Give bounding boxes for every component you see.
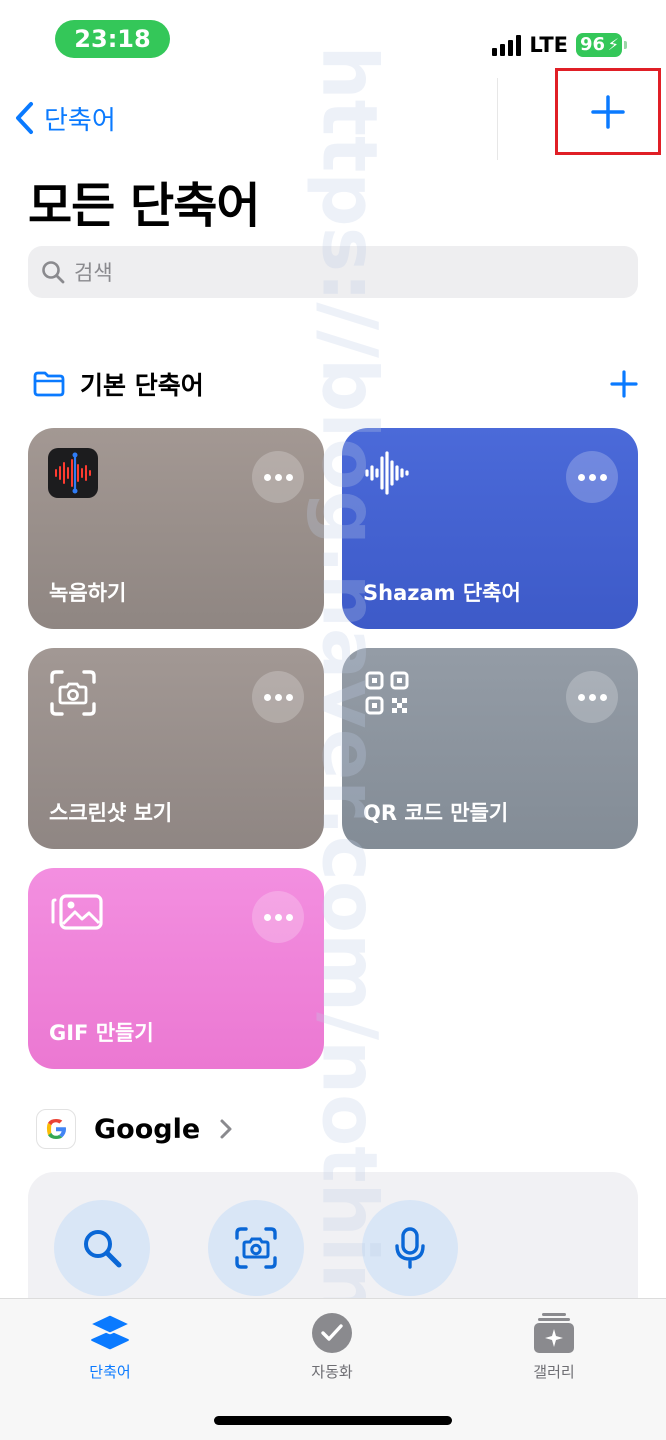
shortcut-label: 스크린샷 보기 [49, 801, 173, 825]
more-options-button[interactable] [566, 451, 618, 503]
qr-code-icon [365, 671, 409, 715]
tab-automation[interactable]: 자동화 [272, 1311, 392, 1382]
more-options-button[interactable] [566, 671, 618, 723]
shortcut-label: QR 코드 만들기 [363, 801, 509, 825]
battery-icon: 96 ⚡ [576, 33, 627, 57]
shortcut-tile-shazam[interactable]: Shazam 단축어 [342, 428, 638, 629]
back-label: 단축어 [44, 105, 116, 136]
microphone-icon [395, 1227, 425, 1269]
add-to-folder-button[interactable] [610, 370, 638, 398]
status-indicators: LTE 96 ⚡ [492, 30, 627, 60]
tab-shortcuts[interactable]: 단축어 [50, 1311, 170, 1382]
network-type: LTE [529, 33, 568, 57]
shortcut-tile-qr-code[interactable]: QR 코드 만들기 [342, 648, 638, 849]
section-title: 기본 단축어 [80, 371, 204, 400]
tab-label: 단축어 [89, 1363, 131, 1381]
screenshot-camera-icon [50, 670, 96, 716]
more-options-button[interactable] [252, 451, 304, 503]
plus-icon [610, 370, 638, 398]
search-icon [42, 261, 65, 284]
search-field[interactable]: 검색 [28, 246, 638, 298]
status-time: 23:18 [55, 20, 170, 58]
tab-label: 자동화 [311, 1363, 353, 1381]
app-section-header-google[interactable]: Google [36, 1108, 234, 1150]
shortcut-tile-voice-memo[interactable]: 녹음하기 [28, 428, 324, 629]
lens-camera-icon [235, 1227, 277, 1269]
folder-icon [33, 371, 65, 397]
chevron-left-icon [16, 102, 33, 134]
plus-icon [591, 94, 625, 129]
nav-divider [497, 78, 498, 160]
folder-section-header[interactable]: 기본 단축어 [32, 362, 638, 406]
gallery-sparkle-icon [534, 1313, 574, 1353]
more-options-button[interactable] [252, 891, 304, 943]
tab-gallery[interactable]: 갤러리 [494, 1311, 614, 1382]
shortcut-label: 녹음하기 [49, 581, 127, 605]
google-logo-icon [36, 1109, 76, 1149]
shortcut-tile-screenshot[interactable]: 스크린샷 보기 [28, 648, 324, 849]
add-shortcut-button[interactable] [555, 68, 661, 155]
more-options-button[interactable] [252, 671, 304, 723]
tab-label: 갤러리 [533, 1363, 575, 1381]
back-button[interactable]: 단축어 [14, 96, 116, 140]
google-lens-button[interactable] [208, 1200, 304, 1296]
check-clock-icon [312, 1313, 352, 1353]
app-section-title: Google [94, 1113, 201, 1145]
charging-bolt-icon: ⚡ [607, 35, 619, 54]
shazam-wave-icon [365, 451, 409, 495]
voice-memos-icon [48, 448, 98, 498]
shortcut-tile-gif[interactable]: GIF 만들기 [28, 868, 324, 1069]
google-search-button[interactable] [54, 1200, 150, 1296]
search-icon [84, 1230, 122, 1268]
battery-level: 96 [580, 34, 606, 55]
cellular-signal-icon [492, 34, 522, 56]
shortcut-label: Shazam 단축어 [363, 581, 521, 605]
shortcut-label: GIF 만들기 [49, 1021, 154, 1045]
page-title: 모든 단축어 [28, 178, 261, 234]
layers-icon [90, 1313, 130, 1350]
photos-stack-icon [51, 894, 103, 930]
home-indicator [214, 1416, 452, 1425]
google-voice-button[interactable] [362, 1200, 458, 1296]
chevron-right-icon [220, 1119, 232, 1139]
search-input: 검색 [74, 261, 113, 285]
